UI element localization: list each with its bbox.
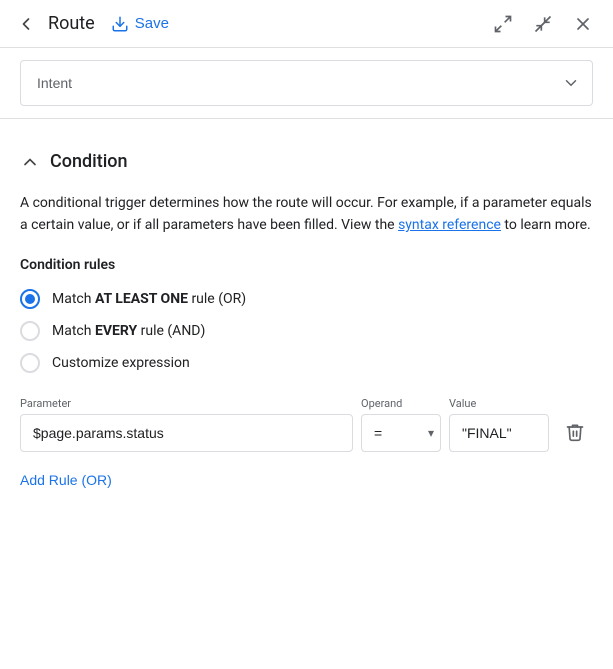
header-left: Route Save bbox=[12, 10, 485, 38]
radio-input-custom bbox=[20, 353, 40, 373]
radio-option-and[interactable]: Match EVERY rule (AND) bbox=[20, 321, 593, 341]
value-field-group: Value bbox=[449, 397, 549, 452]
intent-select[interactable]: Intent bbox=[21, 61, 592, 105]
syntax-reference-link[interactable]: syntax reference bbox=[398, 217, 501, 233]
radio-label-custom: Customize expression bbox=[52, 355, 190, 371]
value-input[interactable] bbox=[449, 414, 549, 452]
header-right bbox=[485, 6, 601, 42]
radio-option-or[interactable]: Match AT LEAST ONE rule (OR) bbox=[20, 289, 593, 309]
operand-label: Operand bbox=[361, 397, 441, 410]
radio-inner-or bbox=[25, 294, 35, 304]
value-label: Value bbox=[449, 397, 549, 410]
delete-rule-button[interactable] bbox=[557, 414, 593, 450]
parameter-input[interactable] bbox=[20, 414, 353, 452]
maximize-button[interactable] bbox=[485, 6, 521, 42]
operand-select[interactable]: = != > < bbox=[362, 415, 440, 451]
radio-input-and bbox=[20, 321, 40, 341]
operand-field-group: Operand = != > < ▾ bbox=[361, 397, 441, 452]
save-icon bbox=[111, 15, 129, 33]
trash-icon bbox=[565, 422, 585, 442]
add-rule-button[interactable]: Add Rule (OR) bbox=[20, 468, 112, 492]
parameter-label: Parameter bbox=[20, 397, 353, 410]
minimize-icon bbox=[533, 14, 553, 34]
back-button[interactable] bbox=[12, 10, 40, 38]
parameter-field-group: Parameter bbox=[20, 397, 353, 452]
condition-section: Condition A conditional trigger determin… bbox=[0, 135, 613, 512]
save-button[interactable]: Save bbox=[103, 11, 177, 37]
rule-row: Parameter Operand = != > < ▾ Value bbox=[20, 397, 593, 452]
operand-select-wrapper[interactable]: = != > < ▾ bbox=[361, 414, 441, 452]
radio-label-or: Match AT LEAST ONE rule (OR) bbox=[52, 291, 246, 307]
chevron-up-icon bbox=[20, 152, 40, 172]
section-title: Condition bbox=[50, 151, 128, 172]
intent-select-wrapper[interactable]: Intent bbox=[20, 60, 593, 106]
save-label: Save bbox=[135, 15, 169, 32]
collapse-button[interactable] bbox=[20, 152, 40, 172]
radio-group: Match AT LEAST ONE rule (OR) Match EVERY… bbox=[20, 289, 593, 373]
condition-description: A conditional trigger determines how the… bbox=[20, 192, 593, 237]
radio-option-custom[interactable]: Customize expression bbox=[20, 353, 593, 373]
page-title: Route bbox=[48, 13, 95, 34]
radio-input-or bbox=[20, 289, 40, 309]
condition-rules-label: Condition rules bbox=[20, 257, 593, 273]
maximize-icon bbox=[493, 14, 513, 34]
radio-label-and: Match EVERY rule (AND) bbox=[52, 323, 205, 339]
close-button[interactable] bbox=[565, 6, 601, 42]
header: Route Save bbox=[0, 0, 613, 48]
spacer bbox=[0, 119, 613, 135]
minimize-button[interactable] bbox=[525, 6, 561, 42]
description-text-2: to learn more. bbox=[501, 217, 591, 233]
intent-section: Intent bbox=[0, 48, 613, 119]
close-icon bbox=[573, 14, 593, 34]
section-header: Condition bbox=[20, 151, 593, 172]
